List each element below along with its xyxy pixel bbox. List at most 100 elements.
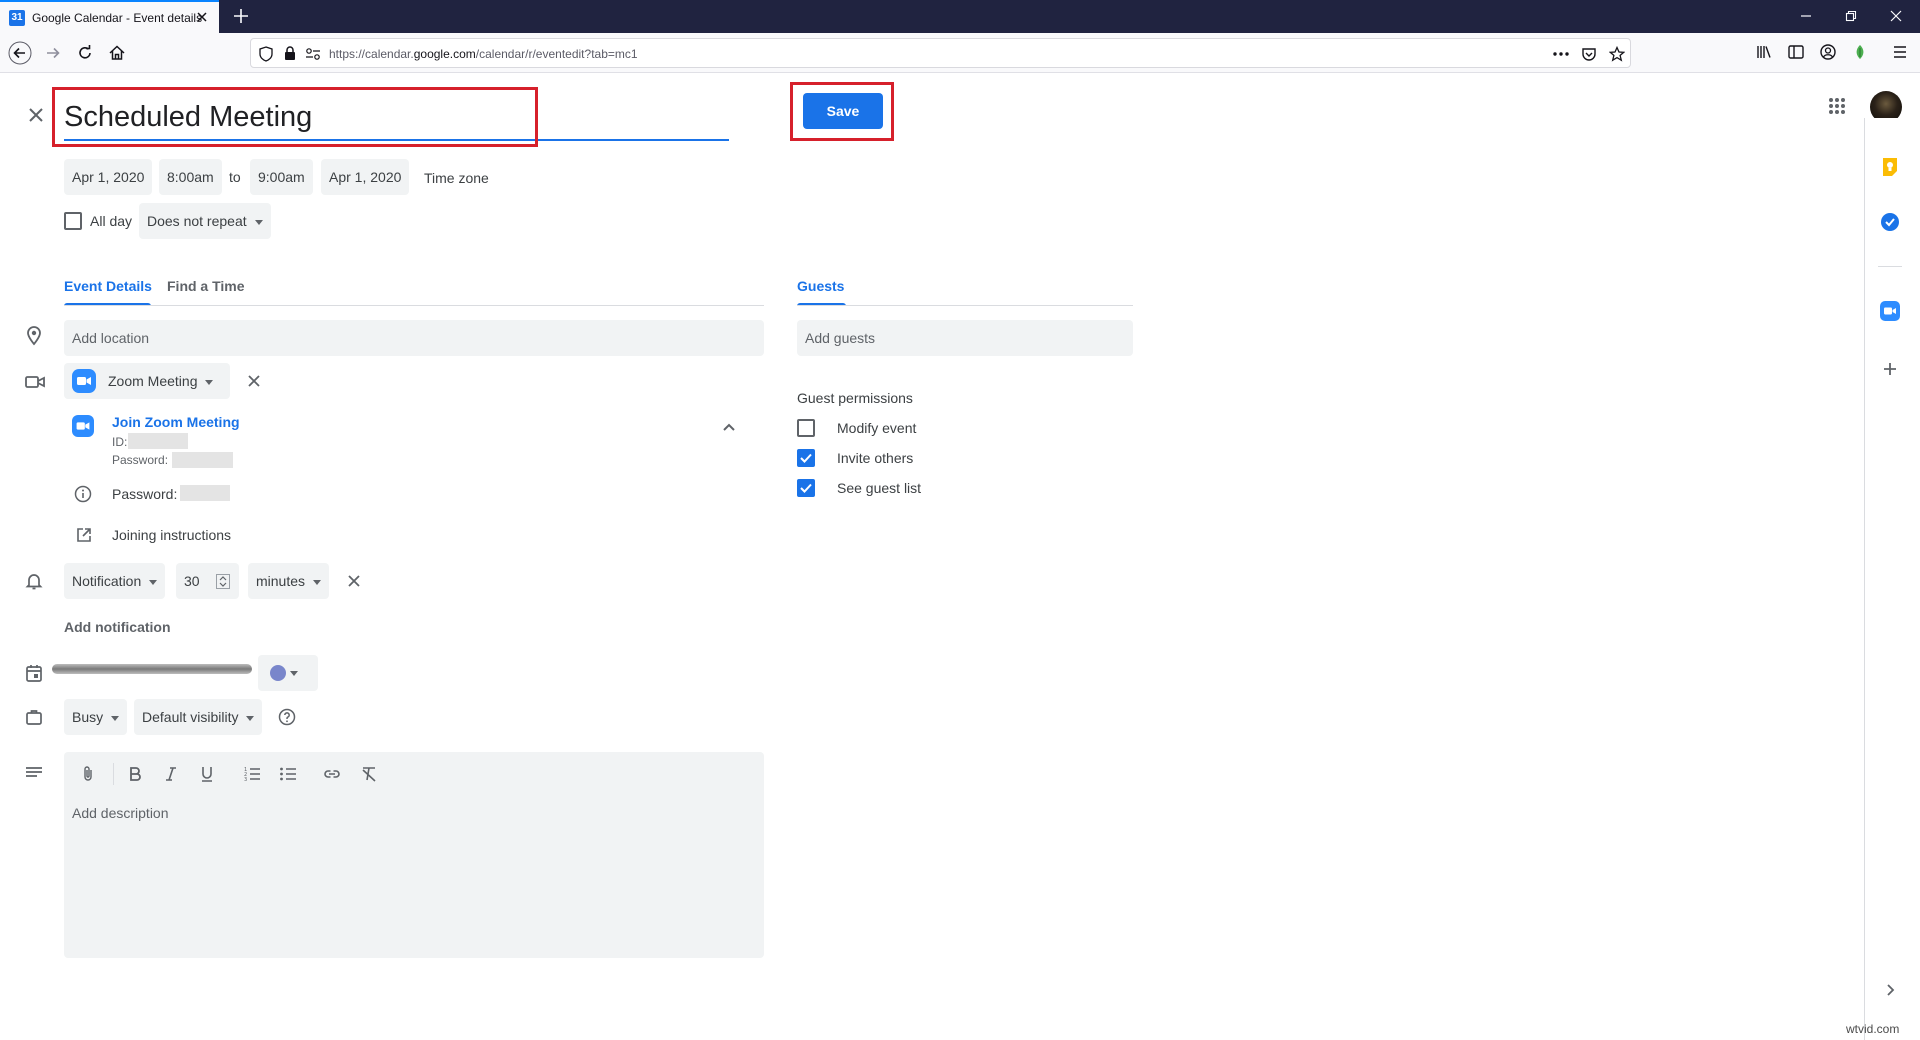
expand-panel-icon[interactable] xyxy=(1880,980,1900,1000)
pocket-icon[interactable] xyxy=(1581,46,1597,62)
library-icon[interactable] xyxy=(1755,43,1773,61)
calendar-favicon-icon: 31 xyxy=(9,10,25,26)
extension-icon[interactable] xyxy=(1851,43,1869,61)
attachment-icon[interactable] xyxy=(81,765,95,783)
guests-tab[interactable]: Guests xyxy=(797,278,844,294)
busy-dropdown[interactable]: Busy xyxy=(64,699,127,735)
guest-permissions-title: Guest permissions xyxy=(797,390,913,406)
visibility-dropdown[interactable]: Default visibility xyxy=(134,699,262,735)
minimize-window-icon[interactable] xyxy=(1798,8,1814,24)
svg-text:3: 3 xyxy=(244,777,247,783)
close-tab-icon[interactable] xyxy=(195,10,209,24)
chevron-down-icon xyxy=(149,580,157,585)
see-guest-list-label: See guest list xyxy=(837,480,921,496)
all-day-checkbox[interactable] xyxy=(64,212,82,230)
color-dot xyxy=(270,665,286,681)
end-time-chip[interactable]: 9:00am xyxy=(250,159,313,195)
description-placeholder: Add description xyxy=(72,805,169,821)
tabs-divider xyxy=(64,305,764,306)
remove-conference-icon[interactable] xyxy=(246,373,262,389)
location-input[interactable] xyxy=(64,320,764,356)
tasks-icon[interactable] xyxy=(1880,212,1900,232)
password-redacted xyxy=(180,485,230,501)
numbered-list-icon[interactable]: 123 xyxy=(243,765,261,783)
repeat-dropdown[interactable]: Does not repeat xyxy=(139,203,271,239)
sidebar-toggle-icon[interactable] xyxy=(1787,43,1805,61)
chevron-up-icon[interactable] xyxy=(721,421,737,433)
event-color-dropdown[interactable] xyxy=(258,655,318,691)
home-icon[interactable] xyxy=(107,43,127,63)
close-window-icon[interactable] xyxy=(1888,8,1904,24)
notification-value: 30 xyxy=(184,573,200,589)
address-bar[interactable]: https://calendar.google.com/calendar/r/e… xyxy=(250,38,1631,68)
repeat-value: Does not repeat xyxy=(147,213,247,229)
add-addon-icon[interactable] xyxy=(1880,359,1900,379)
stepper-arrows-icon[interactable] xyxy=(216,574,230,589)
all-day-label: All day xyxy=(90,213,132,229)
back-icon[interactable] xyxy=(8,41,32,65)
italic-icon[interactable] xyxy=(164,765,178,783)
remove-notification-icon[interactable] xyxy=(346,573,362,589)
save-highlight-box xyxy=(790,82,894,141)
toolbar-separator xyxy=(113,763,114,785)
bell-icon xyxy=(25,571,43,591)
conference-value: Zoom Meeting xyxy=(108,373,197,389)
add-notification-button[interactable]: Add notification xyxy=(64,619,171,635)
info-icon xyxy=(74,485,92,503)
start-date-chip[interactable]: Apr 1, 2020 xyxy=(64,159,152,195)
remove-formatting-icon[interactable] xyxy=(360,765,378,783)
see-guest-list-checkbox[interactable] xyxy=(797,479,815,497)
external-link-icon xyxy=(75,526,93,544)
password-label: Password: xyxy=(112,486,177,502)
end-date-chip[interactable]: Apr 1, 2020 xyxy=(321,159,409,195)
chevron-down-icon xyxy=(255,220,263,225)
tab-event-details[interactable]: Event Details xyxy=(64,278,152,294)
joining-instructions-link[interactable]: Joining instructions xyxy=(112,527,231,543)
account-icon[interactable] xyxy=(1819,43,1837,61)
watermark-text: wtvid.com xyxy=(1846,1022,1899,1036)
meeting-id-label: ID: xyxy=(112,435,127,449)
time-zone-button[interactable]: Time zone xyxy=(424,170,489,186)
underline-icon[interactable] xyxy=(200,765,214,783)
reload-icon[interactable] xyxy=(75,43,95,63)
link-icon[interactable] xyxy=(323,765,341,783)
page-actions-icon[interactable] xyxy=(1552,51,1570,57)
menu-icon[interactable] xyxy=(1891,43,1909,61)
location-pin-icon xyxy=(24,325,44,347)
bulleted-list-icon[interactable] xyxy=(279,765,297,783)
chevron-down-icon xyxy=(313,580,321,585)
meeting-id-redacted xyxy=(128,433,188,449)
start-time-chip[interactable]: 8:00am xyxy=(159,159,222,195)
title-highlight-box xyxy=(52,87,538,147)
notification-value-stepper[interactable]: 30 xyxy=(176,563,239,599)
browser-tab[interactable]: 31 Google Calendar - Event details xyxy=(0,0,219,33)
permissions-icon[interactable] xyxy=(305,47,321,61)
invite-others-checkbox[interactable] xyxy=(797,449,815,467)
zoom-addon-icon[interactable] xyxy=(1880,301,1900,321)
notification-type-dropdown[interactable]: Notification xyxy=(64,563,165,599)
add-guests-input[interactable] xyxy=(797,320,1133,356)
lock-icon[interactable] xyxy=(284,46,296,61)
tracking-shield-icon[interactable] xyxy=(259,46,273,62)
google-apps-icon[interactable] xyxy=(1828,97,1846,115)
close-editor-icon[interactable] xyxy=(26,105,46,125)
to-label: to xyxy=(229,169,241,185)
tab-find-a-time[interactable]: Find a Time xyxy=(167,278,245,294)
invite-others-label: Invite others xyxy=(837,450,913,466)
description-toolbar-divider xyxy=(64,795,764,796)
chevron-down-icon xyxy=(246,716,254,721)
keep-icon[interactable] xyxy=(1880,156,1900,178)
browser-tab-strip: 31 Google Calendar - Event details xyxy=(0,0,1920,33)
forward-icon[interactable] xyxy=(43,43,63,63)
join-zoom-link[interactable]: Join Zoom Meeting xyxy=(112,414,240,430)
calendar-name-redacted[interactable] xyxy=(52,664,252,674)
video-camera-icon xyxy=(24,374,46,390)
help-icon[interactable] xyxy=(278,708,296,726)
bold-icon[interactable] xyxy=(128,765,142,783)
restore-window-icon[interactable] xyxy=(1843,8,1859,24)
notification-unit-dropdown[interactable]: minutes xyxy=(248,563,329,599)
url-text[interactable]: https://calendar.google.com/calendar/r/e… xyxy=(329,47,638,61)
new-tab-icon[interactable] xyxy=(232,7,250,25)
modify-event-checkbox[interactable] xyxy=(797,419,815,437)
bookmark-star-icon[interactable] xyxy=(1609,46,1625,62)
